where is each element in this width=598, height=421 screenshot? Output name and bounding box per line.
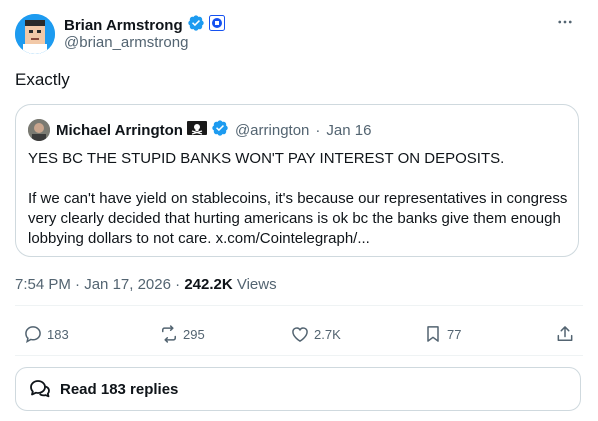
bookmark-button[interactable]: 77 (423, 324, 461, 344)
quoted-author-handle[interactable]: @arrington (235, 122, 309, 139)
tweet-date[interactable]: Jan 17, 2026 (84, 276, 171, 293)
reply-count: 183 (47, 326, 69, 342)
like-count: 2.7K (314, 326, 341, 342)
reply-bubbles-icon (30, 380, 50, 398)
quoted-separator: · (315, 121, 321, 139)
like-button[interactable]: 2.7K (290, 324, 341, 344)
quoted-author-name[interactable]: Michael Arrington (56, 122, 183, 139)
author-name[interactable]: Brian Armstrong (64, 17, 183, 34)
quoted-author-avatar[interactable] (28, 119, 50, 141)
share-button[interactable] (555, 324, 575, 344)
tweet-header: Brian Armstrong @brian_armstrong (15, 12, 583, 56)
author-handle[interactable]: @brian_armstrong (64, 34, 188, 51)
repost-icon (162, 325, 176, 343)
quoted-text-line2: If we can't have yield on stablecoins, i… (28, 190, 568, 247)
bookmark-count: 77 (447, 326, 462, 342)
tweet-time[interactable]: 7:54 PM (15, 276, 71, 293)
quoted-tweet[interactable]: Michael Arrington @arrington · Jan 16 YE… (15, 104, 579, 257)
views-label: Views (236, 276, 277, 293)
repost-button[interactable]: 295 (159, 324, 205, 344)
bookmark-icon (427, 326, 439, 342)
read-replies-button[interactable]: Read 183 replies (15, 367, 581, 411)
reply-button[interactable]: 183 (23, 324, 69, 344)
repost-count: 295 (183, 326, 205, 342)
affiliate-badge-icon[interactable] (208, 15, 225, 36)
more-options-button[interactable] (553, 10, 577, 34)
author-avatar[interactable] (15, 14, 55, 54)
action-bar: 183 295 2.7K 77 (15, 316, 583, 354)
views-count: 242.2K (184, 276, 233, 293)
pirate-flag-icon (186, 120, 207, 140)
reply-icon (25, 326, 41, 343)
more-dots-icon (558, 20, 572, 24)
meta-separator: · (75, 276, 85, 293)
quoted-text-line1: YES BC THE STUPID BANKS WON'T PAY INTERE… (28, 150, 505, 167)
tweet-text: Exactly (15, 70, 70, 89)
tweet-meta: 7:54 PM · Jan 17, 2026 · 242.2K Views (15, 276, 277, 293)
divider (15, 355, 583, 356)
share-icon (557, 326, 573, 341)
meta-separator: · (175, 276, 185, 293)
heart-icon (292, 327, 308, 342)
quoted-text: YES BC THE STUPID BANKS WON'T PAY INTERE… (28, 149, 568, 249)
verified-badge-icon (187, 14, 205, 37)
quoted-verified-badge-icon (211, 119, 229, 141)
read-replies-label: Read 183 replies (60, 380, 179, 398)
divider (15, 305, 583, 306)
quoted-date[interactable]: Jan 16 (326, 122, 371, 139)
